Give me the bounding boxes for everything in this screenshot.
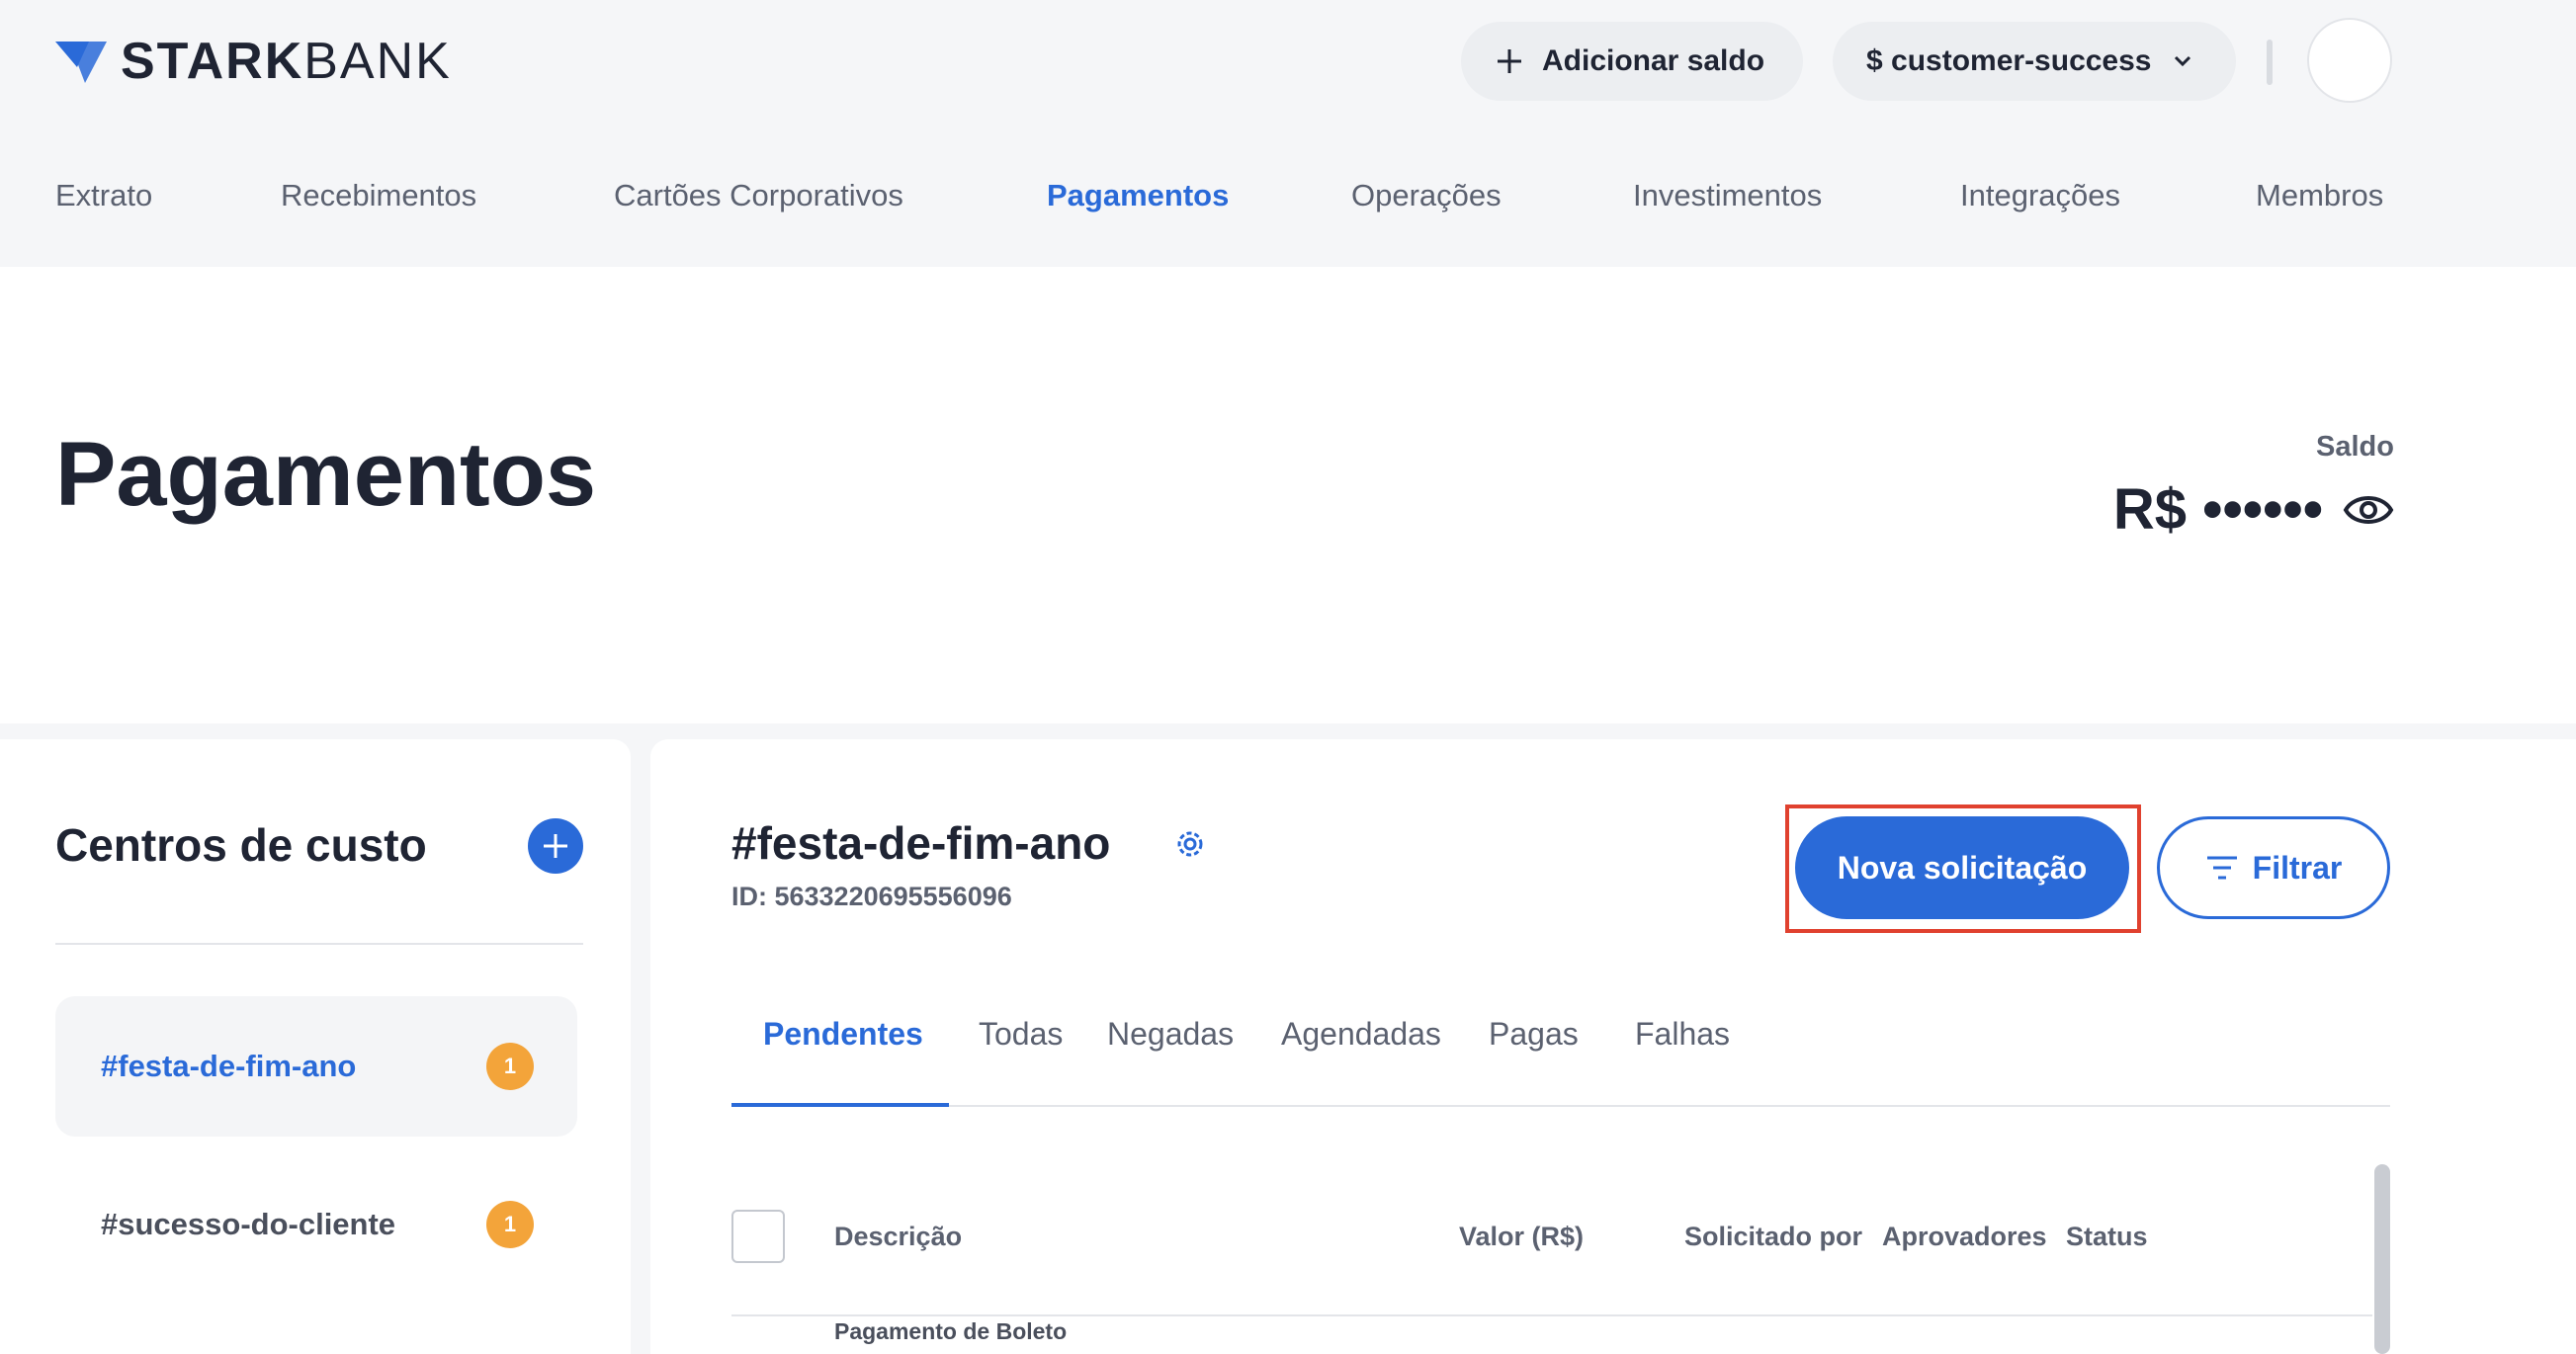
eye-icon[interactable] xyxy=(2343,490,2394,530)
balance-label: Saldo xyxy=(2316,431,2394,463)
sidebar-divider xyxy=(55,943,583,945)
balance-row: R$ •••••• xyxy=(2113,476,2394,543)
pending-count-badge: 1 xyxy=(486,1043,534,1090)
page-title: Pagamentos xyxy=(55,424,597,525)
new-request-button[interactable]: Nova solicitação xyxy=(1795,816,2129,919)
tab-pagas[interactable]: Pagas xyxy=(1489,1016,1579,1053)
nav-item-integracoes[interactable]: Integrações xyxy=(1960,178,2120,213)
starkbank-logo-icon xyxy=(55,42,107,83)
logo-word-bold: STARK xyxy=(121,33,304,90)
gear-icon[interactable] xyxy=(1172,826,1208,862)
table-header: Descrição Valor (R$) Solicitado por Apro… xyxy=(731,1210,2372,1316)
cost-centers-title: Centros de custo xyxy=(55,819,427,871)
status-tabs: Pendentes Todas Negadas Agendadas Pagas … xyxy=(731,1016,2390,1107)
filter-button[interactable]: Filtrar xyxy=(2157,816,2390,919)
column-header-requested-by[interactable]: Solicitado por xyxy=(1684,1222,1862,1252)
nav-item-recebimentos[interactable]: Recebimentos xyxy=(281,178,476,213)
tab-falhas[interactable]: Falhas xyxy=(1635,1016,1730,1053)
column-header-approvers[interactable]: Aprovadores xyxy=(1882,1222,2047,1252)
nav-item-operacoes[interactable]: Operações xyxy=(1351,178,1502,213)
column-header-status[interactable]: Status xyxy=(2066,1222,2148,1252)
balance-value: R$ •••••• xyxy=(2112,477,2323,542)
column-header-description[interactable]: Descrição xyxy=(834,1222,962,1252)
plus-icon xyxy=(544,834,567,858)
main-nav: Extrato Recebimentos Cartões Corporativo… xyxy=(0,178,2576,227)
cost-centers-panel: Centros de custo #festa-de-fim-ano 1 #su… xyxy=(0,739,631,1354)
starkbank-logo[interactable]: STARKBANK xyxy=(55,32,452,91)
tab-negadas[interactable]: Negadas xyxy=(1107,1016,1234,1053)
active-tab-indicator xyxy=(731,1103,949,1107)
nav-item-cartoes-corporativos[interactable]: Cartões Corporativos xyxy=(614,178,903,213)
pending-count-badge: 1 xyxy=(486,1201,534,1248)
add-balance-label: Adicionar saldo xyxy=(1542,44,1765,77)
add-balance-button[interactable]: Adicionar saldo xyxy=(1461,22,1803,101)
table-row[interactable]: Pagamento de Boleto xyxy=(834,1318,1067,1345)
top-header: STARKBANK Adicionar saldo $ customer-suc… xyxy=(0,0,2576,267)
payments-panel: #festa-de-fim-ano ID: 5633220695556096 N… xyxy=(650,739,2576,1354)
nav-item-extrato[interactable]: Extrato xyxy=(55,178,152,213)
filter-icon xyxy=(2206,856,2237,880)
workspace-label: $ customer-success xyxy=(1866,44,2152,77)
page-title-area: Pagamentos Saldo R$ •••••• xyxy=(0,267,2576,723)
select-all-checkbox[interactable] xyxy=(731,1210,785,1263)
nav-item-investimentos[interactable]: Investimentos xyxy=(1633,178,1822,213)
cost-center-label: #sucesso-do-cliente xyxy=(101,1207,396,1241)
workspace-selector[interactable]: $ customer-success xyxy=(1833,22,2236,101)
tab-agendadas[interactable]: Agendadas xyxy=(1281,1016,1441,1053)
filter-label: Filtrar xyxy=(2252,849,2343,886)
add-cost-center-button[interactable] xyxy=(528,818,583,874)
header-divider xyxy=(2267,40,2273,85)
plus-icon xyxy=(1498,49,1521,73)
cost-center-id: ID: 5633220695556096 xyxy=(731,882,1012,911)
cost-center-title: #festa-de-fim-ano xyxy=(731,817,1111,869)
cost-center-label: #festa-de-fim-ano xyxy=(101,1049,357,1083)
logo-wordmark: STARKBANK xyxy=(121,32,452,91)
cost-center-item-sucesso-do-cliente[interactable]: #sucesso-do-cliente 1 xyxy=(55,1154,577,1295)
nav-item-membros[interactable]: Membros xyxy=(2256,178,2383,213)
user-avatar[interactable] xyxy=(2307,18,2392,103)
column-header-value[interactable]: Valor (R$) xyxy=(1459,1222,1584,1252)
nav-item-pagamentos[interactable]: Pagamentos xyxy=(1047,178,1229,213)
logo-word-light: BANK xyxy=(303,33,452,90)
tab-pendentes[interactable]: Pendentes xyxy=(763,1016,923,1053)
tab-todas[interactable]: Todas xyxy=(979,1016,1063,1053)
table-scrollbar[interactable] xyxy=(2374,1164,2390,1354)
chevron-down-icon xyxy=(2174,55,2190,67)
cost-center-item-festa-de-fim-ano[interactable]: #festa-de-fim-ano 1 xyxy=(55,996,577,1137)
